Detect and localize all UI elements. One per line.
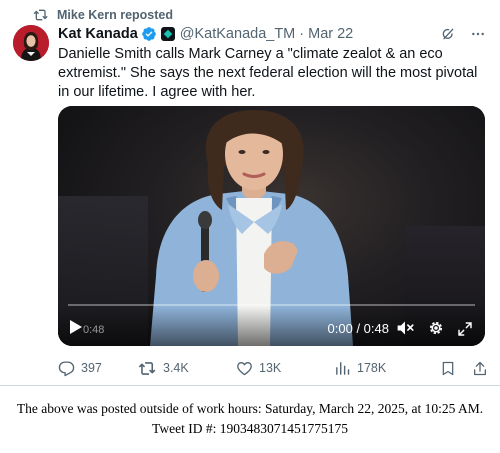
repost-icon [33, 9, 48, 21]
more-icon[interactable] [470, 26, 486, 42]
video-player[interactable]: 0:48 0:00 / 0:48 [58, 106, 485, 346]
repost-text: Mike Kern reposted [57, 8, 174, 22]
view-count: 178K [357, 361, 387, 375]
tweet-header: Kat Kanada @KatKanada_TM · Mar 22 [58, 24, 486, 44]
verified-badge-icon [141, 26, 157, 42]
views-icon [336, 361, 350, 375]
fullscreen-icon[interactable] [457, 321, 473, 337]
footer-note: The above was posted outside of work hou… [0, 399, 500, 439]
footer-line-1: The above was posted outside of work hou… [16, 401, 484, 416]
video-progress-bar[interactable] [68, 304, 475, 306]
repost-button[interactable]: 3.4K [138, 360, 236, 377]
author-handle[interactable]: @KatKanada_TM [180, 26, 295, 42]
tweet-actions: 397 3.4K 13K 178K [58, 358, 488, 378]
video-duration-overlay: 0:48 [83, 324, 105, 336]
video-controls-bar [58, 306, 485, 346]
divider [0, 385, 500, 386]
reply-button[interactable]: 397 [58, 360, 138, 377]
settings-icon[interactable] [427, 319, 445, 337]
avatar[interactable] [13, 25, 49, 61]
video-time-display: 0:00 / 0:48 [327, 321, 389, 336]
like-button[interactable]: 13K [236, 360, 334, 377]
share-icon[interactable] [472, 360, 488, 377]
retweet-icon [138, 361, 156, 375]
repost-indicator[interactable]: Mike Kern reposted [33, 6, 173, 24]
like-icon [237, 361, 252, 375]
play-icon[interactable] [68, 318, 84, 336]
reply-count: 397 [81, 361, 102, 375]
tweet-card[interactable]: Mike Kern reposted Kat Kanada @KatKanada… [0, 0, 500, 385]
tweet-date[interactable]: Mar 22 [308, 26, 353, 42]
footer-line-2: Tweet ID #: 1903483071451775175 [152, 421, 348, 436]
avatar-image [13, 25, 49, 61]
volume-muted-icon[interactable] [395, 319, 415, 337]
separator-dot: · [299, 26, 305, 42]
views-button[interactable]: 178K [334, 360, 434, 377]
grok-icon[interactable] [440, 26, 456, 42]
tweet-text: Danielle Smith calls Mark Carney a "clim… [58, 46, 478, 100]
affiliate-badge-icon[interactable] [160, 27, 175, 41]
like-count: 13K [259, 361, 282, 375]
repost-count: 3.4K [163, 361, 189, 375]
reply-icon [58, 360, 75, 376]
bookmark-icon[interactable] [440, 360, 456, 377]
author-name[interactable]: Kat Kanada [58, 26, 138, 42]
